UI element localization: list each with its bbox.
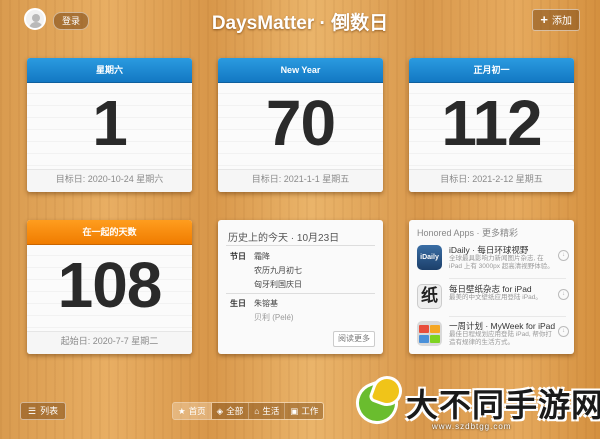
download-icon[interactable]: ↓ [558, 326, 569, 337]
read-more-button[interactable]: 阅读更多 [333, 331, 375, 347]
star-icon: ★ [178, 406, 186, 416]
countup-card[interactable]: 在一起的天数 108 起始日: 2020-7-7 星期二 [27, 220, 192, 354]
card-header: 正月初一 [409, 58, 574, 83]
birthday-label: 生日 [230, 299, 246, 308]
history-today-panel: 历史上的今天 · 10月23日 节日 霜降 农历九月初七 匈牙利国庆日 生日 朱镕基… [218, 220, 383, 354]
history-row: 贝利 (Pelé) [230, 312, 294, 323]
app-description: 全球最具影响力新闻图片杂志, 在 iPad 上有 3000px 超高清视野体验。 [449, 255, 554, 270]
card-header: 在一起的天数 [27, 220, 192, 245]
honored-apps-panel: Honored Apps · 更多精彩 iDaily iDaily · 每日环球… [409, 220, 574, 354]
tab-home[interactable]: ★ 首页 [173, 403, 212, 419]
plus-icon: + [540, 12, 548, 27]
tab-work[interactable]: ▣ 工作 [285, 403, 324, 419]
history-item: 贝利 (Pelé) [254, 313, 294, 322]
top-bar: 登录 DaysMatter · 倒数日 + 添加 [0, 0, 600, 40]
add-button-label: 添加 [552, 16, 572, 27]
tab-life[interactable]: ⌂ 生活 [249, 403, 286, 419]
watermark-text: 大不同手游网 [406, 387, 600, 423]
card-day-count: 108 [57, 249, 163, 321]
list-icon: ☰ [28, 406, 37, 416]
app-item-myweek[interactable]: 一周计划 · MyWeek for iPad 最佳日程规划应用登陆 iPad, … [417, 318, 569, 352]
layers-icon: ◈ [216, 406, 224, 416]
app-title: DaysMatter · 倒数日 [211, 13, 389, 34]
paper-icon: 纸 [417, 284, 442, 309]
idaily-icon: iDaily [417, 245, 442, 270]
myweek-icon [417, 321, 442, 346]
app-item-wallpaper[interactable]: 纸 每日壁纸杂志 for iPad 最美的中文壁纸应用登陆 iPad。 ↓ [417, 281, 569, 315]
card-target-date: 目标日: 2021-2-12 星期五 [440, 174, 543, 184]
card-day-count: 112 [441, 87, 542, 159]
card-day-count: 70 [265, 87, 336, 159]
countdown-card[interactable]: 星期六 1 目标日: 2020-10-24 星期六 [27, 58, 192, 192]
add-button[interactable]: + 添加 [532, 9, 580, 31]
card-header: New Year [218, 58, 383, 83]
history-item: 匈牙利国庆日 [254, 280, 302, 289]
card-day-count: 1 [92, 87, 128, 159]
watermark-url: www.szdbtgg.com [432, 422, 512, 431]
download-icon[interactable]: ↓ [558, 250, 569, 261]
history-item: 霜降 [254, 252, 270, 261]
list-button-label: 列表 [40, 406, 59, 416]
app-description: 最美的中文壁纸应用登陆 iPad。 [449, 294, 542, 301]
card-target-date: 目标日: 2021-1-1 星期五 [251, 174, 350, 184]
history-row: 匈牙利国庆日 [230, 279, 302, 290]
category-tabs: ★ 首页 ◈ 全部 ⌂ 生活 ▣ 工作 [172, 402, 325, 420]
countdown-card[interactable]: New Year 70 目标日: 2021-1-1 星期五 [218, 58, 383, 192]
honored-apps-title: Honored Apps · 更多精彩 [417, 228, 519, 238]
history-item: 农历九月初七 [254, 266, 302, 275]
home-icon: ⌂ [254, 406, 260, 416]
history-row: 节日 霜降 [230, 251, 270, 262]
card-target-date: 目标日: 2020-10-24 星期六 [55, 174, 164, 184]
download-icon[interactable]: ↓ [558, 289, 569, 300]
festival-label: 节日 [230, 252, 246, 261]
card-start-date: 起始日: 2020-7-7 星期二 [60, 336, 159, 346]
history-title: 历史上的今天 · 10月23日 [228, 233, 340, 244]
tab-all[interactable]: ◈ 全部 [211, 403, 250, 419]
briefcase-icon: ▣ [290, 406, 299, 416]
app-item-idaily[interactable]: iDaily iDaily · 每日环球视野 全球最具影响力新闻图片杂志, 在 … [417, 242, 569, 276]
history-item: 朱镕基 [254, 299, 278, 308]
history-row: 农历九月初七 [230, 265, 302, 276]
watermark: 大不同手游网 www.szdbtgg.com [350, 371, 600, 439]
card-header: 星期六 [27, 58, 192, 83]
app-description: 最佳日程规划应用登陆 iPad, 帮你打造有规律的生活方式。 [449, 331, 552, 346]
history-row: 生日 朱镕基 [230, 298, 278, 309]
list-button[interactable]: ☰ 列表 [20, 402, 67, 420]
countdown-card[interactable]: 正月初一 112 目标日: 2021-2-12 星期五 [409, 58, 574, 192]
